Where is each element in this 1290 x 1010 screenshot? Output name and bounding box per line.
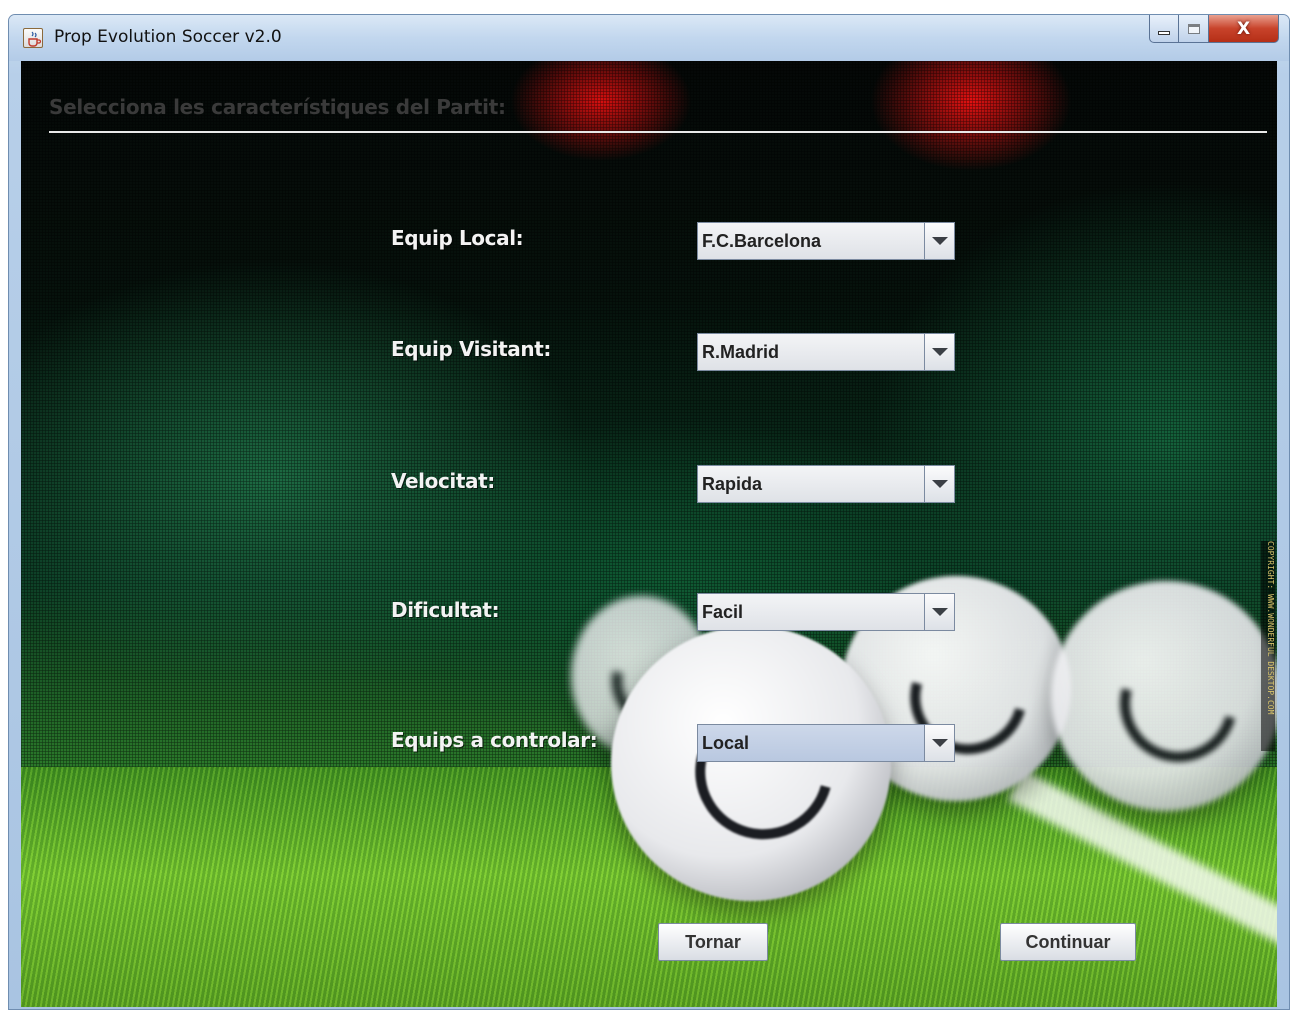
chevron-down-icon bbox=[931, 608, 948, 616]
controlled-teams-dropdown-button[interactable] bbox=[924, 725, 954, 761]
chevron-down-icon bbox=[931, 739, 948, 747]
minimize-button[interactable] bbox=[1149, 15, 1179, 43]
difficulty-dropdown-button[interactable] bbox=[924, 594, 954, 630]
speed-dropdown-button[interactable] bbox=[924, 466, 954, 502]
header-divider bbox=[49, 131, 1267, 133]
match-settings-panel: COPYRIGHT: WWW.WONDERFUL DESKTOP.COM Sel… bbox=[21, 61, 1277, 1007]
app-window: Prop Evolution Soccer v2.0 X COPYRIGHT: … bbox=[8, 14, 1290, 1010]
controlled-teams-label: Equips a controlar: bbox=[391, 728, 598, 752]
window-controls: X bbox=[1149, 15, 1279, 45]
chevron-down-icon bbox=[931, 480, 948, 488]
local-team-value: F.C.Barcelona bbox=[702, 231, 822, 251]
difficulty-select[interactable]: Facil bbox=[697, 593, 955, 631]
window-title: Prop Evolution Soccer v2.0 bbox=[54, 27, 282, 47]
speed-value: Rapida bbox=[702, 474, 763, 494]
maximize-button[interactable] bbox=[1179, 15, 1209, 43]
local-team-select[interactable]: F.C.Barcelona bbox=[697, 222, 955, 260]
background-watermark: COPYRIGHT: WWW.WONDERFUL DESKTOP.COM bbox=[1261, 541, 1275, 751]
close-icon: X bbox=[1236, 18, 1251, 39]
local-team-label: Equip Local: bbox=[391, 226, 524, 250]
close-button[interactable]: X bbox=[1209, 15, 1279, 43]
page-title: Selecciona les característiques del Part… bbox=[49, 95, 506, 119]
maximize-icon bbox=[1187, 23, 1200, 34]
controlled-teams-select[interactable]: Local bbox=[697, 724, 955, 762]
back-button[interactable]: Tornar bbox=[658, 923, 768, 961]
difficulty-value: Facil bbox=[702, 602, 744, 622]
local-team-dropdown-button[interactable] bbox=[924, 223, 954, 259]
visiting-team-dropdown-button[interactable] bbox=[924, 334, 954, 370]
continue-button[interactable]: Continuar bbox=[1000, 923, 1136, 961]
difficulty-label: Dificultat: bbox=[391, 598, 500, 622]
chevron-down-icon bbox=[931, 348, 948, 356]
visiting-team-value: R.Madrid bbox=[702, 342, 780, 362]
watermark-text: COPYRIGHT: WWW.WONDERFUL DESKTOP.COM bbox=[1266, 541, 1275, 715]
soccer-ball-image bbox=[611, 626, 891, 901]
speed-select[interactable]: Rapida bbox=[697, 465, 955, 503]
soccer-ball-image bbox=[1051, 581, 1277, 811]
title-bar[interactable]: Prop Evolution Soccer v2.0 X bbox=[9, 15, 1289, 61]
visiting-team-select[interactable]: R.Madrid bbox=[697, 333, 955, 371]
minimize-icon bbox=[1158, 30, 1170, 35]
java-cup-icon[interactable] bbox=[23, 28, 43, 48]
speed-label: Velocitat: bbox=[391, 469, 495, 493]
controlled-teams-value: Local bbox=[702, 733, 750, 753]
visiting-team-label: Equip Visitant: bbox=[391, 337, 551, 361]
chevron-down-icon bbox=[931, 237, 948, 245]
